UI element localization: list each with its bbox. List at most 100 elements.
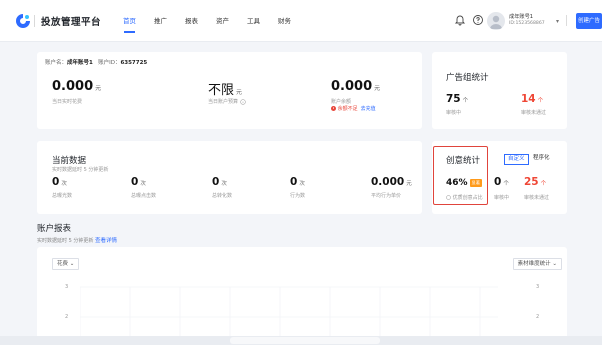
today-spend-amount: 0.000	[52, 79, 94, 94]
balance-amount: 0.000	[331, 79, 373, 94]
metric-clicks-value: 0	[131, 176, 139, 188]
warning-icon	[331, 106, 336, 111]
account-id: ID:1523568867	[509, 21, 545, 26]
main-nav: 首页 推广 报表 资产 工具 财务	[123, 0, 309, 42]
metric-impressions: 0次	[52, 176, 67, 188]
nav-item-finance[interactable]: 财务	[278, 0, 291, 42]
metric-avg-cost-value: 0.000	[371, 176, 405, 188]
today-spend-label: 当日实时花费	[52, 99, 83, 105]
ad-group-rejected-label: 审核未通过	[521, 110, 547, 116]
y-tick-left-3: 3	[65, 284, 69, 290]
custom-tab[interactable]: 自定义	[504, 154, 529, 165]
account-info-line: 账户名：成年账号1 账户ID：6357725	[45, 58, 147, 66]
ad-group-title: 广告组统计	[446, 73, 489, 83]
ad-group-active-label: 审核中	[446, 110, 462, 116]
metric-avg-cost-unit: 元	[406, 181, 412, 187]
info-icon[interactable]	[239, 98, 246, 105]
balance-warning-text: 余额不足	[337, 106, 358, 112]
metric-conversions-label: 总转化数	[212, 193, 233, 199]
metric-actions-label: 行为数	[290, 193, 306, 199]
nav-item-promotion[interactable]: 推广	[154, 0, 167, 42]
report-detail-link[interactable]: 查看详情	[95, 238, 117, 244]
y-tick-left-2: 2	[65, 314, 69, 320]
metric-clicks-label: 总曝点击数	[131, 193, 157, 199]
metric-impressions-value: 0	[52, 176, 60, 188]
top-icons	[454, 14, 484, 26]
ad-group-rejected-unit: 个	[537, 98, 544, 104]
creative-active-value: 0个	[494, 176, 509, 188]
current-data-title: 当前数据	[52, 156, 87, 166]
current-data-card: 当前数据 实时数据延时 5 分钟更新 0次 总曝光数 0次 总曝点击数 0次 总…	[37, 141, 422, 214]
account-card-name: 成年账号1	[67, 60, 93, 66]
nav-item-reports[interactable]: 报表	[185, 0, 198, 42]
y-tick-right-2: 2	[536, 314, 540, 320]
create-ad-button[interactable]: 创建广告	[576, 13, 602, 29]
ad-group-active-value: 75 个	[446, 93, 468, 105]
bell-icon[interactable]	[454, 14, 466, 26]
creative-rejected-number: 25	[524, 176, 539, 188]
y-tick-right-3: 3	[536, 284, 540, 290]
account-name-label: 账户名：	[45, 60, 68, 66]
chevron-down-icon[interactable]: ▾	[556, 18, 559, 25]
avatar[interactable]	[487, 12, 505, 30]
account-id-label: 账户ID：	[98, 60, 121, 66]
report-subtitle-text: 实时数据延时 5 分钟更新	[37, 238, 94, 244]
ad-group-rejected-number: 14	[521, 93, 536, 105]
creative-active-label: 审核中	[494, 195, 510, 201]
dimension-select[interactable]: 素材维度统计 ⌄	[512, 258, 562, 270]
today-spend-unit: 元	[95, 85, 102, 92]
metric-conversions: 0次	[212, 176, 227, 188]
chevron-down-icon: ⌄	[69, 261, 75, 267]
budget-unit: 元	[236, 89, 243, 96]
creative-rejected-value: 25 个	[524, 176, 546, 188]
creative-rejected-unit: 个	[540, 181, 547, 187]
metric-select-value: 花费	[57, 261, 69, 267]
nav-item-home[interactable]: 首页	[123, 0, 136, 42]
budget-amount: 不限	[208, 83, 235, 98]
logo-icon[interactable]	[15, 13, 31, 29]
ad-group-active-number: 75	[446, 93, 461, 105]
program-tab[interactable]: 程序化	[530, 154, 553, 165]
ad-group-card: 广告组统计 75 个 审核中 14 个 审核未通过	[432, 52, 567, 129]
balance-label: 账户余额	[331, 99, 352, 105]
balance-unit: 元	[374, 85, 381, 92]
creative-rejected-label: 审核未通过	[524, 195, 550, 201]
nav-item-tools[interactable]: 工具	[247, 0, 260, 42]
metric-conversions-value: 0	[212, 176, 220, 188]
brand-name: 投放管理平台	[41, 17, 102, 28]
top-bar: 投放管理平台 首页 推广 报表 资产 工具 财务 成年账号1 ID:152356…	[0, 0, 602, 42]
metric-impressions-unit: 次	[61, 181, 67, 187]
dimension-select-value: 素材维度统计	[517, 261, 551, 267]
metric-avg-cost-label: 平均行为单价	[371, 193, 402, 199]
scrollbar-thumb[interactable]	[230, 337, 380, 344]
metric-impressions-label: 总曝光数	[52, 193, 73, 199]
today-spend-value: 0.000 元	[52, 79, 101, 94]
metric-select[interactable]: 花费 ⌄	[52, 258, 80, 270]
creative-active-number: 0	[494, 176, 502, 188]
metric-clicks-unit: 次	[140, 181, 146, 187]
metric-avg-cost: 0.000 元	[371, 176, 412, 188]
account-name: 成年账号1	[509, 14, 534, 20]
header-divider	[566, 15, 567, 26]
chevron-down-icon: ⌄	[552, 261, 557, 267]
account-card-id: 6357725	[120, 60, 148, 66]
report-subtitle: 实时数据延时 5 分钟更新 查看详情	[37, 236, 117, 244]
nav-item-assets[interactable]: 资产	[216, 0, 229, 42]
ad-group-rejected-value: 14 个	[521, 93, 543, 105]
report-title: 账户报表	[37, 224, 72, 234]
logo-divider	[34, 15, 35, 27]
metric-clicks: 0次	[131, 176, 146, 188]
budget-label: 当日账户预算	[208, 98, 246, 105]
help-icon[interactable]	[472, 14, 484, 26]
budget-value: 不限元	[208, 79, 242, 98]
metric-actions-value: 0	[290, 176, 298, 188]
metric-actions: 0次	[290, 176, 305, 188]
recharge-link[interactable]: 去充值	[361, 106, 376, 112]
budget-label-text: 当日账户预算	[208, 99, 239, 105]
account-overview-card: 账户名：成年账号1 账户ID：6357725 0.000 元 当日实时花费 不限元…	[37, 52, 422, 129]
balance-value: 0.000 元	[331, 79, 380, 94]
user-icon	[490, 15, 502, 29]
creative-active-unit: 个	[503, 181, 509, 187]
metric-conversions-unit: 次	[221, 181, 227, 187]
metric-actions-unit: 次	[299, 181, 305, 187]
